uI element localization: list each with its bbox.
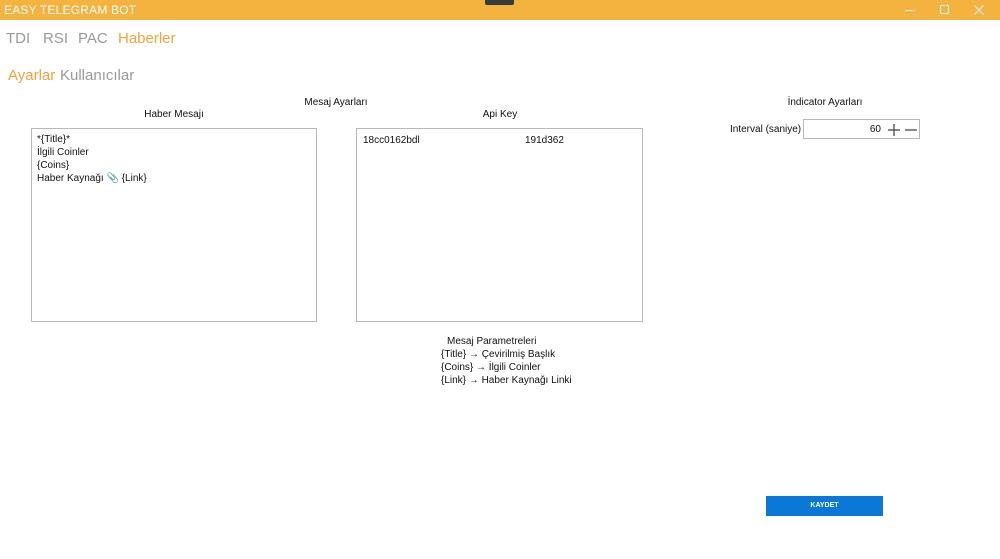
interval-label: Interval (saniye): [730, 124, 802, 135]
tab-haberler[interactable]: Haberler: [118, 30, 176, 47]
api-key-value: 18cc0162bdl: [363, 135, 420, 146]
news-message-label: Haber Mesajı: [144, 109, 204, 120]
title-bar: EASY TELEGRAM BOT: [0, 0, 1000, 20]
drag-handle[interactable]: [485, 0, 514, 5]
api-key-textarea[interactable]: 18cc0162bdl 191d362: [356, 128, 643, 322]
maximize-button[interactable]: [928, 0, 962, 20]
tab-pac[interactable]: PAC: [78, 30, 108, 47]
app-title: EASY TELEGRAM BOT: [4, 3, 137, 17]
api-key-value: 191d362: [525, 135, 564, 146]
message-parameters: Mesaj Parametreleri {Title} → Çevirilmiş…: [441, 335, 572, 387]
parameter-item: {Link} → Haber Kaynağı Linki: [441, 375, 572, 386]
api-key-label: Api Key: [482, 109, 518, 120]
minimize-button[interactable]: [893, 0, 927, 20]
interval-value[interactable]: 60: [870, 124, 881, 135]
close-button[interactable]: [962, 0, 996, 20]
close-icon: [974, 5, 984, 15]
news-message-line: Haber Kaynağı 📎 {Link}: [37, 173, 147, 184]
plus-icon: [888, 124, 900, 136]
minimize-icon: [905, 10, 915, 11]
parameter-item: {Title} → Çevirilmiş Başlık: [441, 349, 556, 360]
message-settings-title: Mesaj Ayarları: [304, 97, 368, 108]
decrement-button[interactable]: [904, 123, 918, 137]
parameter-item: {Coins} → İlgili Coinler: [441, 362, 541, 373]
news-message-line: *{Title}*: [37, 134, 70, 145]
news-message-line: İlgili Coinler: [37, 147, 89, 158]
interval-stepper[interactable]: 60: [803, 119, 920, 139]
news-message-textarea[interactable]: *{Title}* İlgili Coinler {Coins} Haber K…: [31, 128, 317, 322]
tab-kullanicilar[interactable]: Kullanıcılar: [60, 67, 134, 84]
parameters-title: Mesaj Parametreleri: [447, 336, 537, 347]
tab-rsi[interactable]: RSI: [43, 30, 68, 47]
maximize-icon: [940, 5, 949, 14]
news-message-line: {Coins}: [37, 160, 70, 171]
tab-tdi[interactable]: TDI: [6, 30, 30, 47]
tab-ayarlar[interactable]: Ayarlar: [8, 67, 55, 84]
minus-icon: [905, 129, 917, 131]
save-button[interactable]: KAYDET: [766, 496, 883, 516]
indicator-settings-title: İndicator Ayarları: [787, 97, 863, 108]
increment-button[interactable]: [887, 123, 901, 137]
